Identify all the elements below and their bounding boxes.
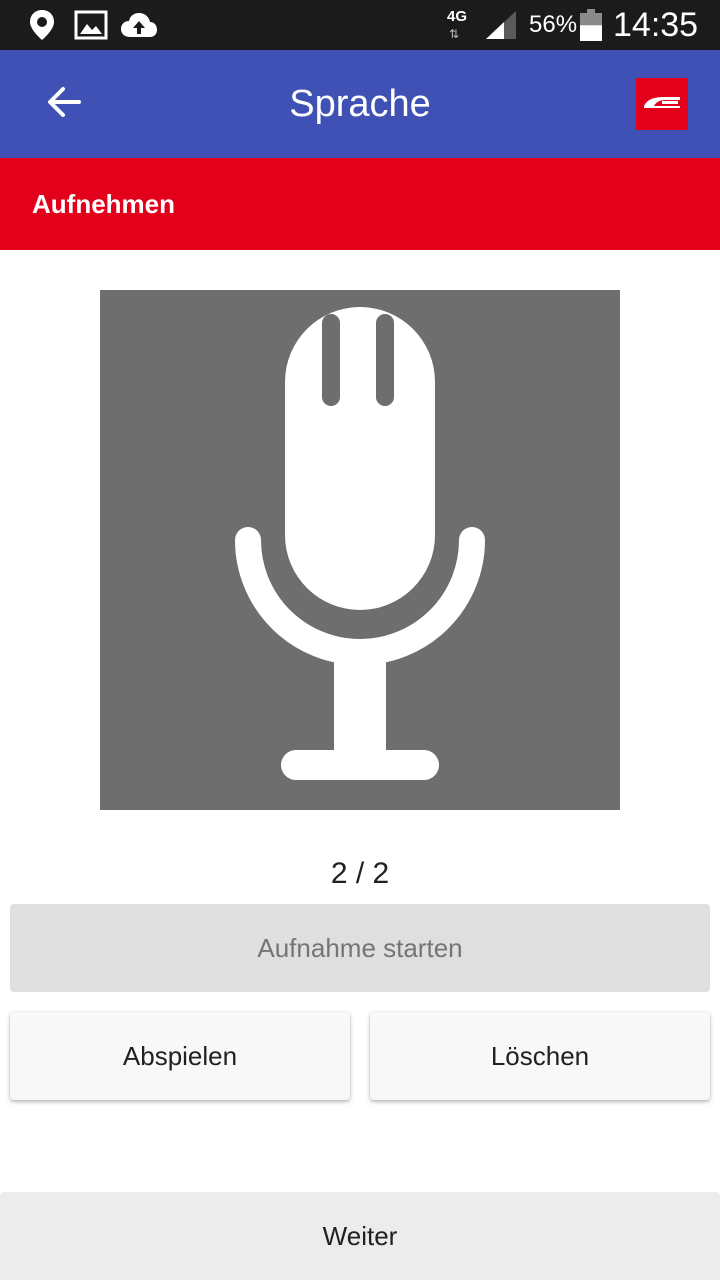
play-button[interactable]: Abspielen [10, 1012, 350, 1100]
image-icon [74, 0, 108, 50]
microphone-image [100, 290, 620, 810]
cloud-upload-icon [120, 0, 158, 50]
section-header: Aufnehmen [0, 158, 720, 250]
clock: 14:35 [613, 5, 699, 44]
microphone-icon [100, 307, 620, 814]
arrow-back-icon [46, 84, 82, 125]
back-button[interactable] [32, 74, 96, 134]
network-type: 4G [447, 8, 468, 25]
status-bar: 4G ⇅ 56% 14:35 [0, 0, 720, 50]
data-activity-icon: ⇅ [449, 27, 460, 41]
location-icon [28, 0, 56, 50]
brand-logo-button[interactable] [636, 78, 688, 130]
app-bar: Sprache [0, 50, 720, 158]
train-logo-icon [642, 94, 682, 115]
start-recording-button[interactable]: Aufnahme starten [10, 904, 710, 992]
signal-icon [484, 0, 518, 50]
battery-icon [579, 0, 603, 50]
delete-button[interactable]: Löschen [370, 1012, 710, 1100]
recording-counter: 2 / 2 [330, 857, 390, 890]
next-button[interactable]: Weiter [0, 1192, 720, 1280]
section-label: Aufnehmen [32, 188, 175, 219]
page-title: Sprache [289, 82, 431, 125]
battery-percent: 56% [529, 11, 578, 38]
